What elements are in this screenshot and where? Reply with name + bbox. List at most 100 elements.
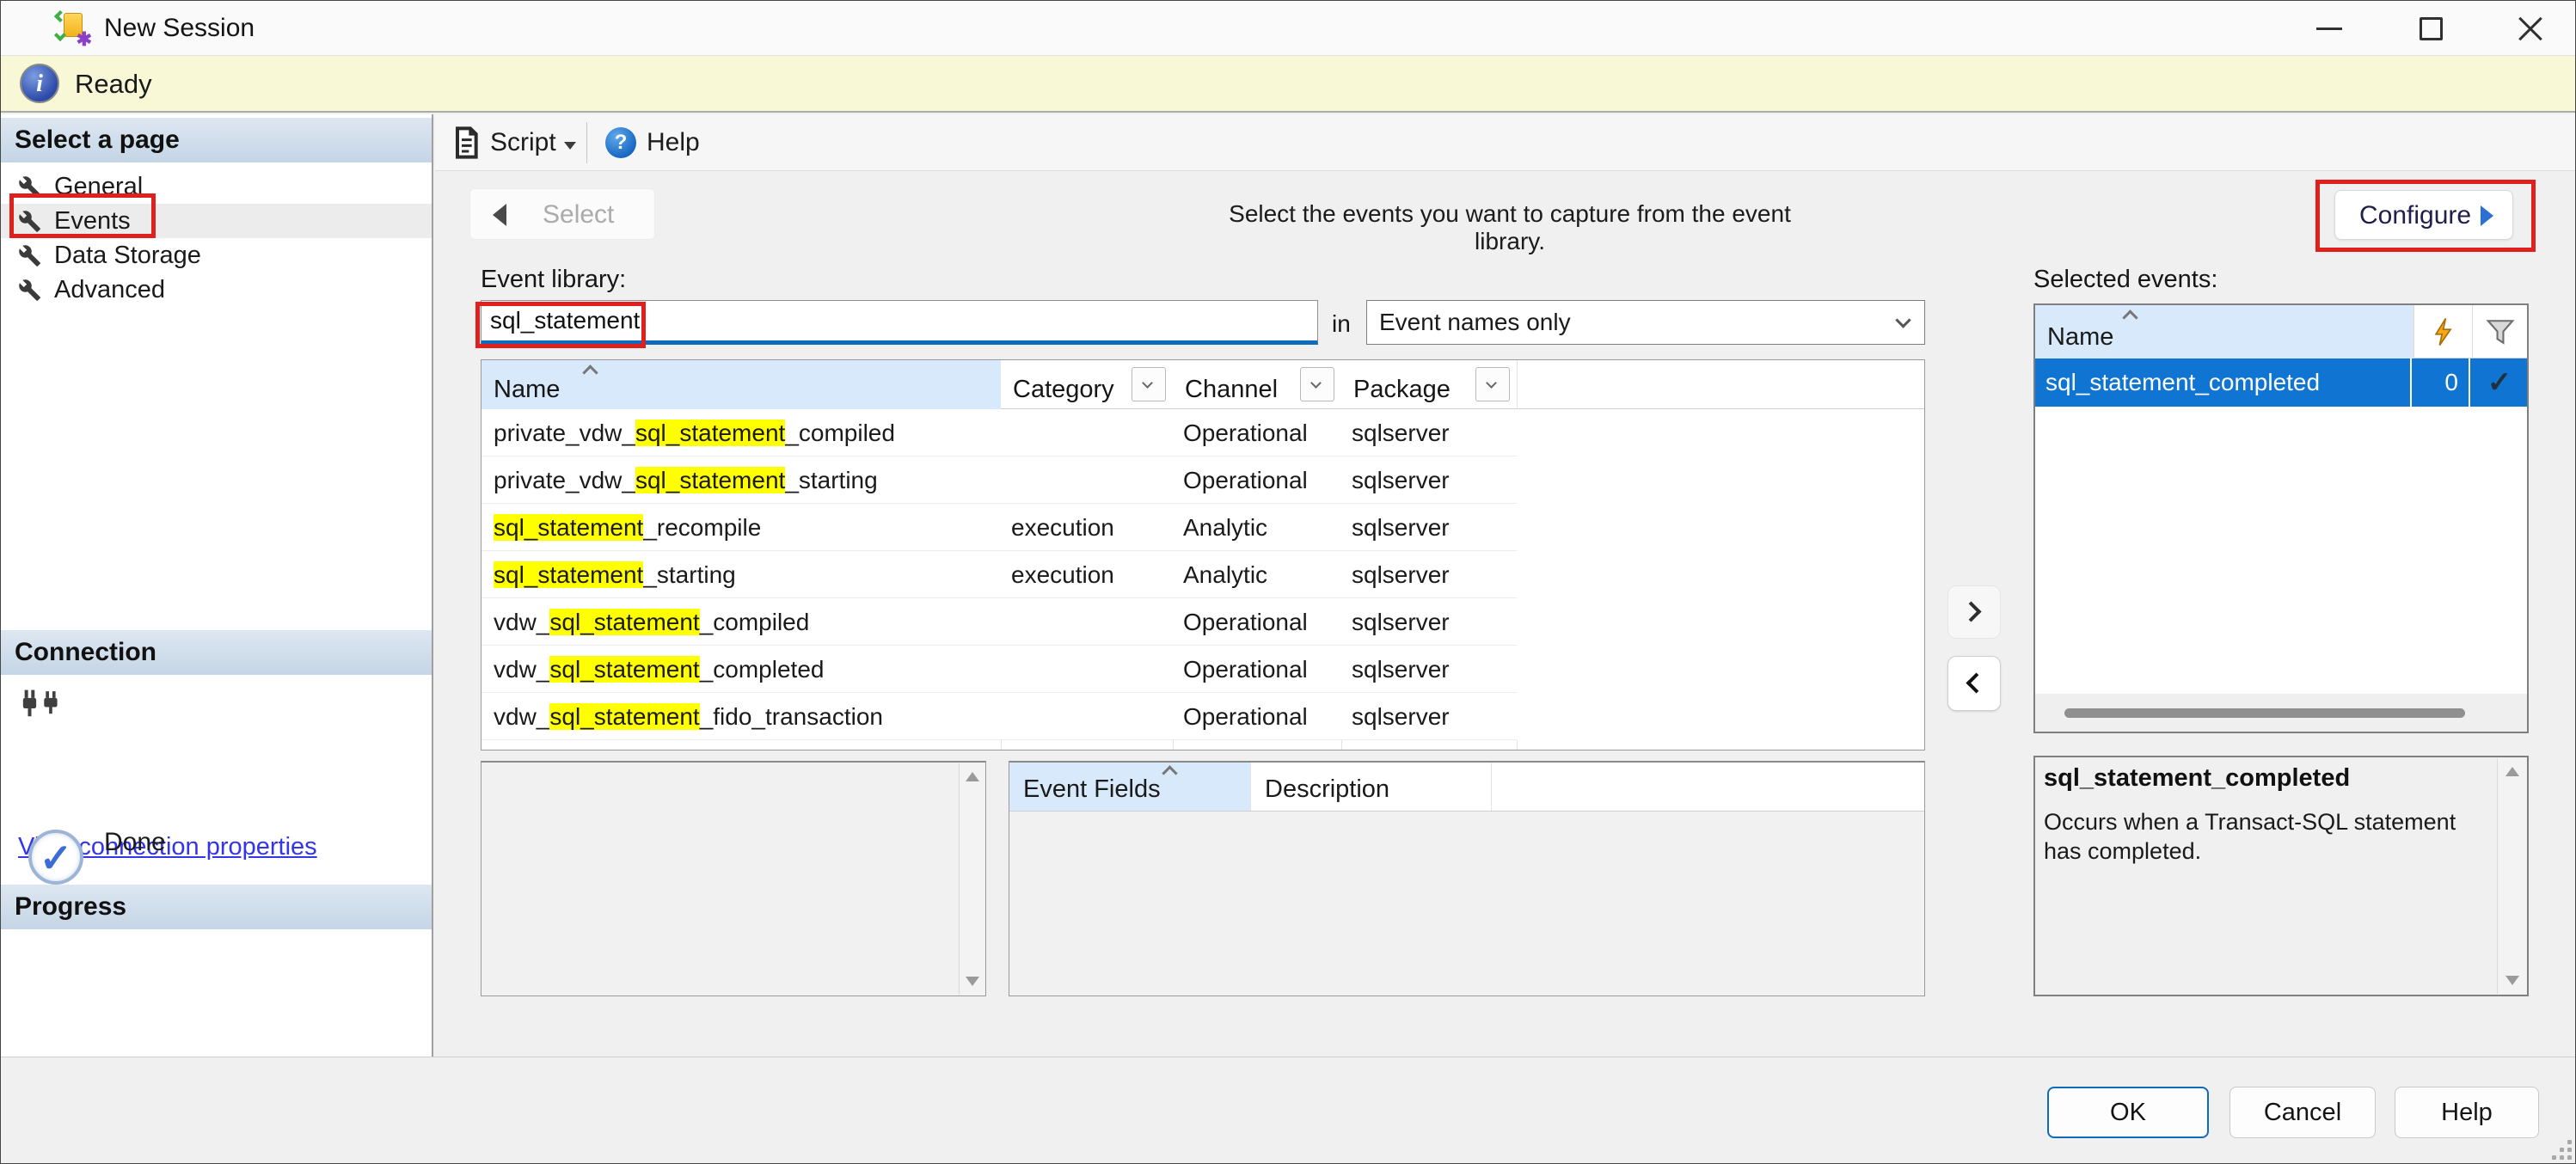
back-arrow-icon [493,204,506,226]
column-header-category[interactable]: Category [1001,360,1173,409]
table-row[interactable]: sql_statement_recompile execution Analyt… [481,504,1924,551]
column-header-filler [1491,763,1924,811]
selected-events-label: Selected events: [2033,266,2217,294]
highlighted-match: sql_statement [494,561,643,588]
scrollbar-thumb[interactable] [2064,708,2465,718]
highlighted-match: sql_statement [549,609,699,635]
wrench-icon [18,175,41,199]
wrench-icon [18,279,41,302]
progress-status: Done [104,828,166,857]
column-header-description[interactable]: Description [1250,763,1491,811]
event-library-label: Event library: [481,266,626,294]
remove-event-button[interactable] [1947,656,2001,711]
filter-icon [2485,316,2516,347]
script-icon [449,126,483,160]
event-library-table: Name Category Channel Package [481,359,1925,750]
add-event-button[interactable] [1947,585,2001,639]
event-detail-empty-panel [481,761,986,996]
configure-button[interactable]: Configure [2334,190,2513,240]
search-scope-select[interactable]: Event names only [1366,300,1925,345]
sidebar-item-label: Events [54,204,131,238]
selected-events-table: Name sql_statement_completed 0 ✓ [2033,303,2529,733]
package-filter-button[interactable] [1475,367,1510,401]
help-button-footer[interactable]: Help [2395,1087,2539,1138]
script-button[interactable]: Script [490,114,556,171]
toolbar-separator [586,122,587,163]
chevron-down-icon [1310,377,1322,389]
highlighted-match: sql_statement [635,420,785,446]
footer: OK Cancel Help [1,1057,2576,1164]
chevron-down-icon [1895,312,1911,328]
sidebar-item-label: Advanced [54,273,165,307]
ok-button[interactable]: OK [2047,1087,2209,1138]
new-session-dialog: ✱ New Session i Ready Select a page Gene… [0,0,2576,1164]
column-header-name[interactable]: Name [2035,305,2413,358]
selected-event-row[interactable]: sql_statement_completed 0 ✓ [2035,358,2527,407]
connection-header: Connection [1,630,432,675]
sort-ascending-icon [1162,765,1177,781]
select-back-button[interactable]: Select [469,188,655,240]
sidebar-item-label: General [54,169,143,204]
wrench-icon [18,244,41,267]
configure-label: Configure [2359,191,2471,241]
sort-ascending-icon [2122,309,2137,325]
channel-filter-button[interactable] [1300,367,1334,401]
column-header-channel[interactable]: Channel [1173,360,1341,409]
chevron-down-icon [1142,377,1153,389]
column-header-name[interactable]: Name [481,360,1001,409]
sidebar-item-general[interactable]: General [1,169,432,204]
column-header-actions[interactable] [2413,305,2472,358]
app-icon: ✱ [58,12,90,45]
selected-event-action-count: 0 [2413,358,2470,407]
title-bar: ✱ New Session [1,1,2576,56]
column-header-package[interactable]: Package [1341,360,1517,409]
highlighted-match: sql_statement [549,656,699,683]
table-row[interactable]: sql_statement_starting execution Analyti… [481,551,1924,598]
done-icon: ✓ [28,830,83,885]
search-scope-value: Event names only [1379,301,1571,344]
highlighted-match: sql_statement [635,467,785,493]
column-header-filter[interactable] [2472,305,2527,358]
sidebar-item-label: Data Storage [54,238,201,273]
progress-header: Progress [1,885,432,929]
vertical-scrollbar[interactable] [959,763,984,995]
maximize-button[interactable] [2393,2,2469,53]
filter-check-icon: ✓ [2472,358,2527,407]
status-bar: i Ready [1,56,2576,113]
sidebar-item-data-storage[interactable]: Data Storage [1,238,432,273]
table-row[interactable]: private_vdw_sql_statement_starting Opera… [481,456,1924,504]
resize-grip[interactable] [2549,1137,2572,1160]
event-description-title: sql_statement_completed [2044,764,2350,793]
sidebar-item-advanced[interactable]: Advanced [1,273,432,307]
table-row[interactable]: vdw_sql_statement_fido_transaction Opera… [481,693,1924,740]
selected-event-name: sql_statement_completed [2035,358,2412,407]
cancel-button[interactable]: Cancel [2229,1087,2376,1138]
wrench-icon [18,210,41,233]
script-dropdown-arrow[interactable] [564,138,576,154]
vertical-scrollbar[interactable] [2497,758,2526,994]
close-button[interactable] [2492,2,2567,53]
event-fields-panel: Event Fields Description [1009,761,1925,996]
forward-arrow-icon [2481,205,2493,226]
sort-ascending-icon [582,365,598,380]
highlighted-match: sql_statement [549,703,699,730]
table-row[interactable]: vdw_sql_statement_completed Operational … [481,646,1924,693]
column-header-event-fields[interactable]: Event Fields [1009,763,1250,811]
select-back-label: Select [543,189,646,241]
lightning-icon [2430,317,2459,346]
sidebar-item-events[interactable]: Events [1,204,432,238]
select-a-page-header: Select a page [1,118,432,162]
category-filter-button[interactable] [1132,367,1166,401]
event-description-panel: sql_statement_completed Occurs when a Tr… [2033,756,2529,996]
table-row[interactable]: private_vdw_sql_statement_compiled Opera… [481,409,1924,456]
horizontal-scrollbar[interactable] [2035,694,2527,732]
table-row[interactable]: vdw_sql_statement_compiled Operational s… [481,598,1924,646]
chevron-down-icon [1486,377,1497,389]
instruction-text: Select the events you want to capture fr… [1196,200,1824,255]
minimize-icon [2316,28,2342,30]
help-button[interactable]: Help [647,114,700,171]
maximize-icon [2420,17,2443,40]
event-library-search-input[interactable] [481,300,1318,345]
help-icon: ? [605,127,636,158]
minimize-button[interactable] [2291,2,2367,53]
